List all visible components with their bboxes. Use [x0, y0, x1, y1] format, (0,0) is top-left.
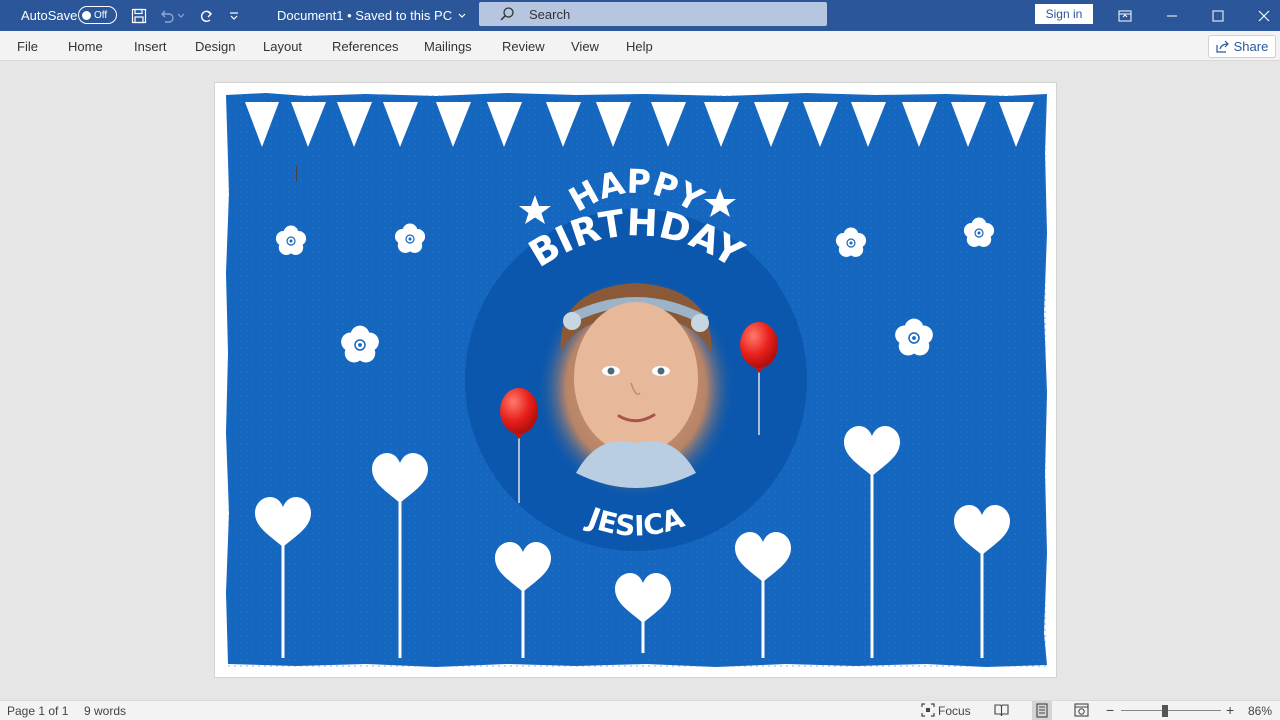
undo-dropdown-icon[interactable] — [174, 0, 188, 31]
autosave-toggle[interactable]: Off — [78, 6, 117, 24]
tab-insert[interactable]: Insert — [134, 39, 167, 54]
status-bar: Page 1 of 1 9 words Focus − + 86% — [0, 700, 1280, 720]
word-count[interactable]: 9 words — [84, 704, 126, 718]
customize-toolbar-icon[interactable] — [223, 0, 245, 31]
sign-in-button[interactable]: Sign in — [1035, 4, 1093, 24]
tab-home[interactable]: Home — [68, 39, 103, 54]
focus-label[interactable]: Focus — [938, 704, 971, 718]
share-icon — [1216, 40, 1229, 53]
title-bar: AutoSave Off Document1 • Saved to this P… — [0, 0, 1280, 31]
web-layout-icon[interactable] — [1074, 703, 1089, 720]
tab-mailings[interactable]: Mailings — [424, 39, 472, 54]
zoom-in-icon[interactable]: + — [1226, 702, 1234, 718]
maximize-icon[interactable] — [1195, 0, 1241, 31]
search-label: Search — [529, 6, 571, 22]
minimize-icon[interactable] — [1149, 0, 1195, 31]
zoom-slider-track[interactable] — [1121, 710, 1221, 711]
print-layout-icon[interactable] — [1032, 701, 1052, 720]
page-count[interactable]: Page 1 of 1 — [7, 704, 68, 718]
search-box[interactable]: Search — [479, 2, 827, 26]
focus-icon[interactable] — [921, 703, 935, 720]
share-label: Share — [1233, 39, 1269, 54]
child-photo — [536, 276, 736, 500]
tab-design[interactable]: Design — [195, 39, 235, 54]
zoom-slider-thumb[interactable] — [1162, 705, 1168, 717]
read-mode-icon[interactable] — [994, 703, 1009, 720]
zoom-level[interactable]: 86% — [1248, 704, 1272, 718]
close-icon[interactable] — [1241, 0, 1280, 31]
chevron-down-icon — [458, 13, 466, 18]
toggle-knob — [82, 10, 91, 20]
autosave-state: Off — [94, 9, 108, 21]
zoom-out-icon[interactable]: − — [1106, 702, 1114, 718]
birthday-card[interactable]: HAPPY BIRTHDAY JESICA — [226, 93, 1047, 667]
birthday-card-graphic: HAPPY BIRTHDAY JESICA — [226, 93, 1047, 667]
ribbon-tabs: File Home Insert Design Layout Reference… — [0, 31, 1280, 61]
redo-icon[interactable] — [195, 0, 217, 31]
tab-view[interactable]: View — [571, 39, 599, 54]
tab-layout[interactable]: Layout — [263, 39, 302, 54]
tab-review[interactable]: Review — [502, 39, 545, 54]
ribbon-display-options-icon[interactable] — [1102, 0, 1148, 31]
document-title[interactable]: Document1 • Saved to this PC — [277, 0, 466, 31]
search-icon — [500, 7, 514, 21]
tab-references[interactable]: References — [332, 39, 398, 54]
share-button[interactable]: Share — [1208, 35, 1276, 58]
tab-file[interactable]: File — [17, 39, 38, 54]
tab-help[interactable]: Help — [626, 39, 653, 54]
save-icon[interactable] — [128, 0, 150, 31]
text-cursor — [296, 166, 297, 182]
document-title-text: Document1 • Saved to this PC — [277, 8, 453, 23]
autosave-label: AutoSave — [21, 8, 78, 23]
